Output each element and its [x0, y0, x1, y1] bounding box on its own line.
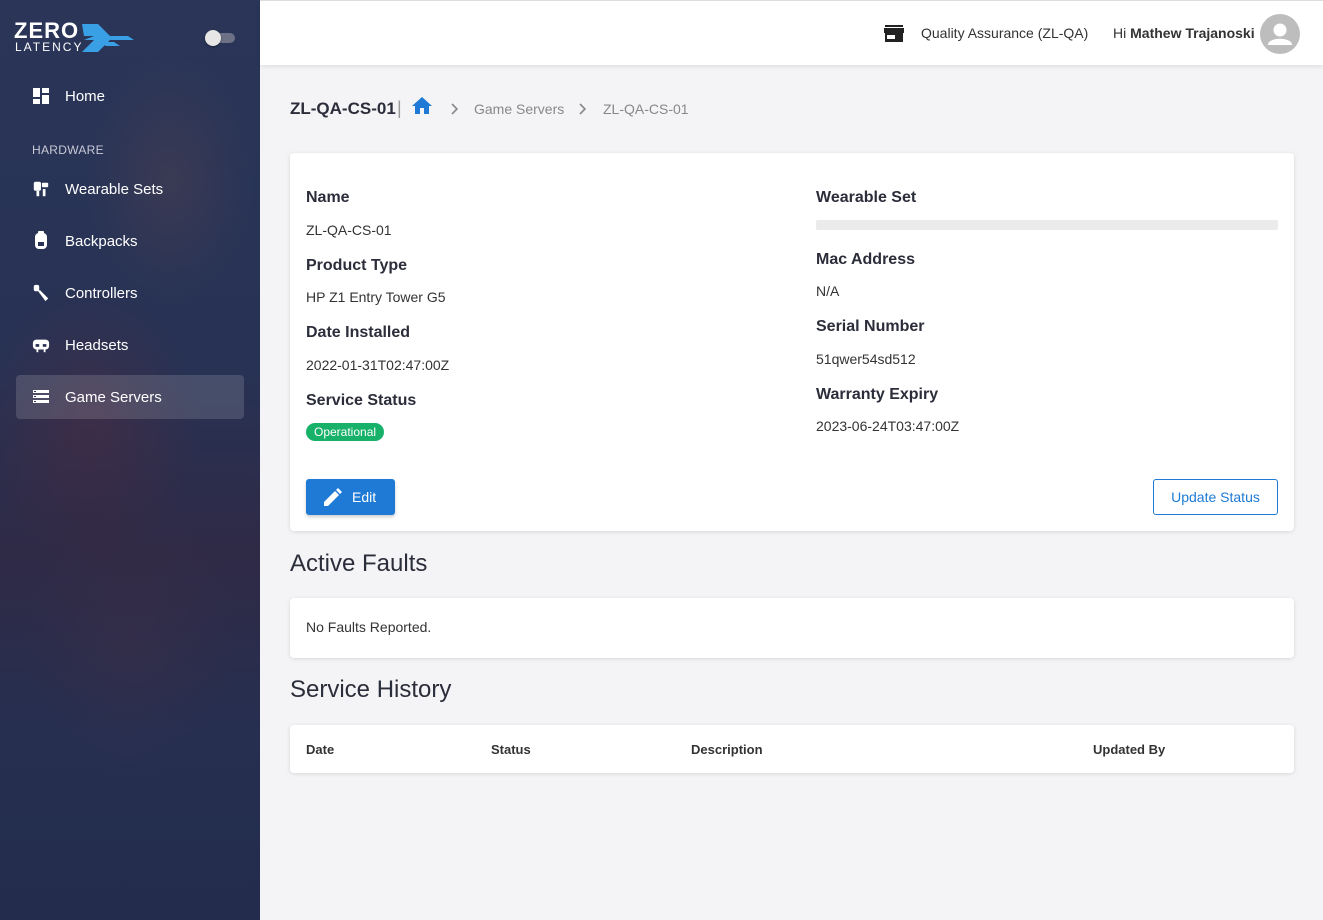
- wearable-set-loading-placeholder: [816, 220, 1278, 230]
- user-name: Mathew Trajanoski: [1130, 25, 1255, 41]
- service-history-table: Date Status Description Updated By: [290, 725, 1294, 773]
- active-faults-card: No Faults Reported.: [290, 598, 1294, 658]
- server-icon: [32, 388, 50, 406]
- name-label: Name: [306, 189, 350, 206]
- dashboard-icon: [32, 87, 50, 105]
- page-title: ZL-QA-CS-01: [290, 99, 396, 118]
- logo-text-latency: LATENCY: [15, 40, 84, 54]
- home-icon[interactable]: [412, 97, 432, 120]
- breadcrumb-separator: |: [397, 98, 402, 118]
- column-header-description[interactable]: Description: [691, 742, 763, 757]
- breadcrumb-current: ZL-QA-CS-01: [603, 101, 689, 117]
- greeting-prefix: Hi: [1113, 25, 1127, 41]
- top-header: Quality Assurance (ZL-QA) Hi Mathew Traj…: [260, 0, 1323, 65]
- sidebar-item-home[interactable]: Home: [16, 74, 244, 118]
- zero-latency-logo[interactable]: ZERO LATENCY: [14, 20, 139, 56]
- sidebar-item-wearable-sets[interactable]: Wearable Sets: [16, 167, 244, 211]
- user-avatar-icon: [1268, 23, 1292, 45]
- sidebar-item-controllers[interactable]: Controllers: [16, 271, 244, 315]
- column-header-status[interactable]: Status: [491, 742, 531, 757]
- sidebar-item-label: Headsets: [65, 336, 129, 354]
- serial-number-value: 51qwer54sd512: [816, 351, 916, 367]
- product-type-value: HP Z1 Entry Tower G5: [306, 289, 446, 305]
- backpack-icon: [32, 231, 50, 250]
- name-value: ZL-QA-CS-01: [306, 222, 392, 238]
- breadcrumb-game-servers[interactable]: Game Servers: [474, 101, 564, 117]
- sidebar-item-headsets[interactable]: Headsets: [16, 323, 244, 367]
- user-greeting: Hi Mathew Trajanoski: [1113, 25, 1255, 41]
- theme-toggle[interactable]: [205, 30, 235, 46]
- pencil-icon: [324, 488, 342, 506]
- controller-icon: [32, 284, 50, 302]
- chevron-right-icon: [577, 102, 587, 120]
- serial-number-label: Serial Number: [816, 318, 925, 335]
- mac-address-value: N/A: [816, 283, 840, 299]
- wearable-set-icon: [32, 180, 50, 198]
- logo-mark-icon: [82, 24, 134, 52]
- sidebar-item-backpacks[interactable]: Backpacks: [16, 219, 244, 263]
- mac-address-label: Mac Address: [816, 251, 915, 268]
- avatar[interactable]: [1260, 14, 1300, 54]
- warranty-expiry-label: Warranty Expiry: [816, 386, 939, 403]
- sidebar-item-game-servers[interactable]: Game Servers: [16, 375, 244, 419]
- details-card: Name ZL-QA-CS-01 Product Type HP Z1 Entr…: [290, 153, 1294, 531]
- product-type-label: Product Type: [306, 257, 408, 274]
- sidebar: ZERO LATENCY Home HARDWARE Wearable Sets…: [0, 0, 260, 920]
- sidebar-section-hardware: HARDWARE: [32, 143, 104, 157]
- column-header-date[interactable]: Date: [306, 742, 334, 757]
- sidebar-item-label: Game Servers: [65, 388, 162, 406]
- headset-icon: [32, 336, 50, 354]
- edit-button[interactable]: Edit: [306, 479, 395, 515]
- service-history-heading: Service History: [290, 676, 452, 703]
- status-badge: Operational: [306, 423, 385, 441]
- column-header-updated-by[interactable]: Updated By: [1093, 742, 1165, 757]
- sidebar-item-label: Home: [65, 87, 106, 105]
- date-installed-label: Date Installed: [306, 324, 411, 341]
- chevron-right-icon: [449, 102, 459, 120]
- logo-text-zero: ZERO: [14, 18, 80, 43]
- update-status-button[interactable]: Update Status: [1153, 479, 1278, 515]
- sidebar-item-label: Wearable Sets: [65, 180, 164, 198]
- sidebar-item-label: Controllers: [65, 284, 138, 302]
- edit-button-label: Edit: [352, 489, 377, 505]
- active-faults-heading: Active Faults: [290, 550, 428, 577]
- date-installed-value: 2022-01-31T02:47:00Z: [306, 357, 450, 373]
- warranty-expiry-value: 2023-06-24T03:47:00Z: [816, 418, 960, 434]
- service-status-label: Service Status: [306, 392, 417, 409]
- no-faults-text: No Faults Reported.: [306, 619, 432, 635]
- wearable-set-label: Wearable Set: [816, 189, 917, 206]
- organization-name[interactable]: Quality Assurance (ZL-QA): [921, 25, 1088, 41]
- sidebar-item-label: Backpacks: [65, 232, 138, 250]
- store-icon: [884, 25, 904, 48]
